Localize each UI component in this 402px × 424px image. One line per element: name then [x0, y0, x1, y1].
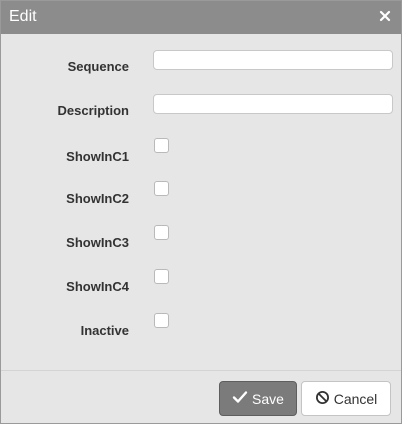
sequence-input[interactable]	[153, 50, 393, 70]
cancel-button[interactable]: Cancel	[301, 381, 391, 416]
dialog-titlebar[interactable]: Edit	[1, 1, 401, 34]
showinc1-label: ShowInC1	[66, 149, 129, 164]
dialog-title: Edit	[9, 8, 37, 25]
showinc4-checkbox[interactable]	[154, 269, 169, 284]
showinc2-label: ShowInC2	[66, 191, 129, 206]
sequence-label: Sequence	[67, 59, 129, 74]
showinc3-checkbox[interactable]	[154, 225, 169, 240]
footer-divider	[1, 370, 401, 371]
close-icon[interactable]	[378, 9, 392, 23]
showinc2-checkbox[interactable]	[154, 181, 169, 196]
description-label: Description	[57, 103, 129, 118]
save-label: Save	[252, 390, 284, 407]
save-button[interactable]: Save	[219, 381, 297, 416]
showinc1-checkbox[interactable]	[154, 138, 169, 153]
edit-dialog: Edit Sequence Description ShowInC1 ShowI…	[0, 0, 402, 424]
inactive-checkbox[interactable]	[154, 313, 169, 328]
inactive-label: Inactive	[80, 323, 129, 338]
cancel-label: Cancel	[333, 390, 378, 407]
showinc3-label: ShowInC3	[66, 235, 129, 250]
description-input[interactable]	[153, 94, 393, 114]
ban-icon	[315, 390, 334, 408]
check-icon	[232, 390, 252, 407]
showinc4-label: ShowInC4	[66, 279, 129, 294]
